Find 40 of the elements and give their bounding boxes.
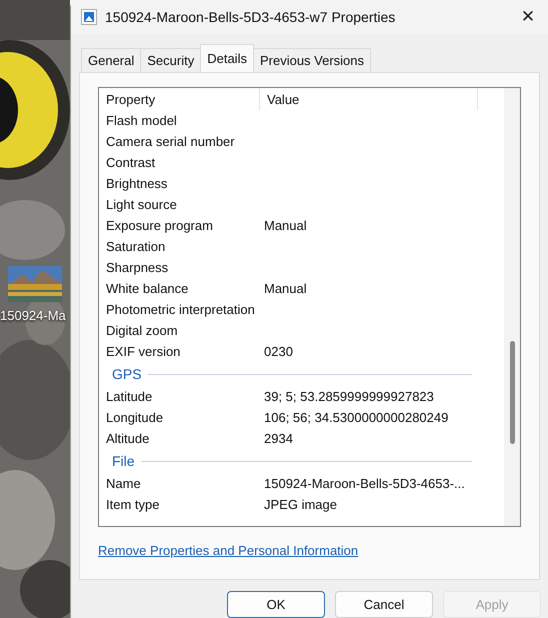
property-name: EXIF version [106, 344, 182, 359]
property-name: Latitude [106, 389, 154, 404]
window-title: 150924-Maroon-Bells-5D3-4653-w7 Properties [105, 9, 396, 25]
column-header[interactable]: Value [260, 88, 478, 110]
property-name: Light source [106, 197, 178, 212]
property-name: Longitude [106, 410, 164, 425]
property-name: Digital zoom [106, 323, 179, 338]
property-value: 106; 56; 34.5300000000280249 [264, 410, 450, 425]
property-name: Saturation [106, 239, 166, 254]
column-header[interactable]: Property [99, 88, 260, 110]
dialog-button[interactable]: OK [227, 591, 325, 618]
property-value: 150924-Maroon-Bells-5D3-4653-... [264, 476, 466, 491]
tab[interactable]: General [81, 48, 142, 72]
property-name: Item type [106, 497, 160, 512]
property-name: Photometric interpretation [106, 302, 256, 317]
image-file-icon [81, 9, 97, 25]
remove-properties-link[interactable]: Remove Properties and Personal Information [98, 543, 358, 558]
property-value: 2934 [264, 431, 294, 446]
property-name: Brightness [106, 176, 168, 191]
property-value: 0230 [264, 344, 294, 359]
property-name: Camera serial number [106, 134, 236, 149]
scrollbar[interactable] [504, 88, 520, 526]
group-heading: GPS [112, 366, 142, 382]
property-value: JPEG image [264, 497, 338, 512]
property-name: Altitude [106, 431, 150, 446]
property-name: Sharpness [106, 260, 170, 275]
group-heading: File [112, 453, 135, 469]
property-name: Exposure program [106, 218, 214, 233]
tab[interactable]: Previous Versions [252, 48, 372, 72]
scrollbar-thumb[interactable] [510, 341, 515, 444]
property-name: White balance [106, 281, 190, 296]
close-button[interactable]: ✕ [508, 0, 548, 34]
property-name: Name [106, 476, 142, 491]
property-value: Manual [264, 218, 308, 233]
property-value: Manual [264, 281, 308, 296]
property-value: 39; 5; 53.2859999999927823 [264, 389, 435, 404]
property-name: Flash model [106, 113, 178, 128]
tab[interactable]: Details [200, 44, 254, 72]
dialog-button[interactable]: Cancel [335, 591, 433, 618]
property-name: Contrast [106, 155, 156, 170]
